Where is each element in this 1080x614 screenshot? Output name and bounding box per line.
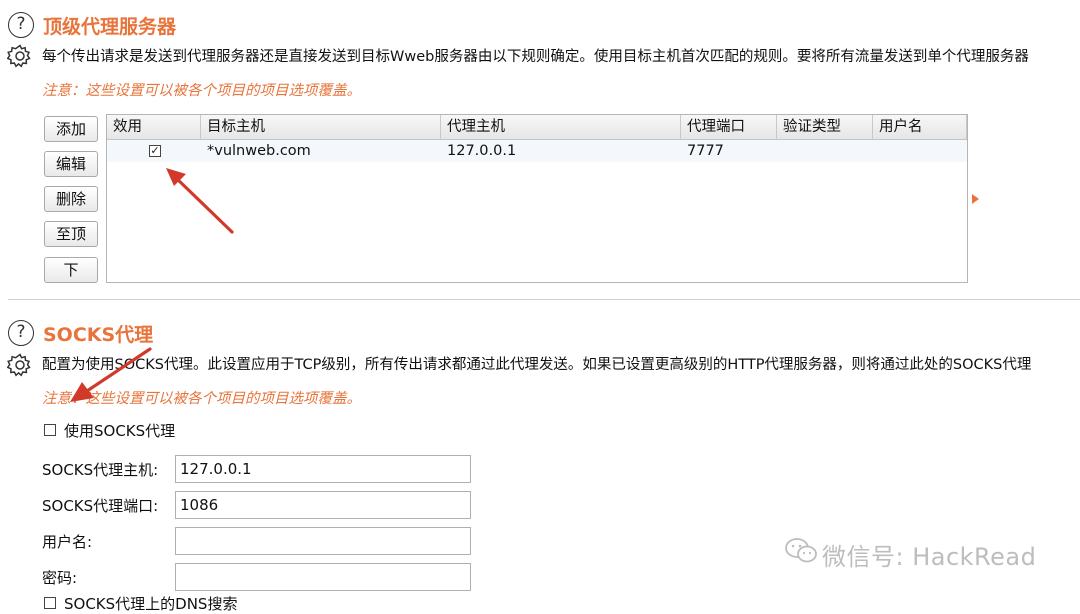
socks-dns-checkbox[interactable]: [44, 597, 56, 609]
column-header-proxy-port[interactable]: 代理端口: [681, 115, 777, 139]
socks-username-input[interactable]: [175, 527, 471, 555]
upstream-section-title: 顶级代理服务器: [43, 16, 177, 38]
help-icon[interactable]: ?: [8, 12, 34, 38]
upstream-note: 注意：这些设置可以被各个项目的项目选项覆盖。: [42, 83, 361, 99]
socks-password-input[interactable]: [175, 563, 471, 591]
column-header-auth-type[interactable]: 验证类型: [777, 115, 873, 139]
column-header-username[interactable]: 用户名: [873, 115, 967, 139]
column-header-proxy-host[interactable]: 代理主机: [441, 115, 681, 139]
socks-description: 配置为使用SOCKS代理。此设置应用于TCP级别，所有传出请求都通过此代理发送。…: [42, 357, 1032, 373]
row-enabled-checkbox[interactable]: ✓: [149, 145, 161, 157]
column-header-destination-host[interactable]: 目标主机: [201, 115, 441, 139]
add-button[interactable]: 添加: [44, 116, 98, 142]
socks-section-title: SOCKS代理: [43, 324, 154, 346]
socks-port-label: SOCKS代理端口:: [42, 497, 159, 515]
socks-port-input[interactable]: [175, 491, 471, 519]
row-proxy-port: 7777: [687, 143, 724, 159]
annotation-arrow-1: [166, 168, 234, 234]
socks-help-icon[interactable]: ?: [8, 320, 34, 346]
move-to-top-button[interactable]: 至顶: [44, 221, 98, 247]
socks-dns-label: SOCKS代理上的DNS搜索: [64, 595, 238, 613]
table-row[interactable]: ✓ *vulnweb.com 127.0.0.1 7777: [107, 140, 967, 162]
scroll-right-arrow-icon[interactable]: [972, 194, 979, 204]
socks-settings-gear-icon[interactable]: [6, 352, 33, 378]
row-auth-type: [777, 140, 783, 162]
annotation-arrow-2: [70, 347, 152, 402]
watermark-text: 微信号: HackRead: [822, 543, 1037, 571]
table-header: 效用 目标主机 代理主机 代理端口 验证类型 用户名: [107, 115, 967, 140]
wechat-icon: [784, 537, 818, 565]
settings-gear-icon[interactable]: [6, 43, 33, 69]
socks-host-label: SOCKS代理主机:: [42, 461, 159, 479]
column-header-enabled[interactable]: 效用: [107, 115, 201, 139]
socks-password-label: 密码:: [42, 569, 78, 587]
remove-button[interactable]: 删除: [44, 186, 98, 212]
upstream-description: 每个传出请求是发送到代理服务器还是直接发送到目标Wweb服务器由以下规则确定。使…: [42, 49, 1029, 65]
row-proxy-host: 127.0.0.1: [447, 143, 517, 159]
socks-username-label: 用户名:: [42, 533, 93, 551]
row-username: [873, 140, 879, 162]
move-down-button[interactable]: 下: [44, 257, 98, 283]
socks-host-input[interactable]: [175, 455, 471, 483]
section-divider: [8, 299, 1080, 300]
edit-button[interactable]: 编辑: [44, 151, 98, 177]
use-socks-label: 使用SOCKS代理: [64, 422, 176, 440]
use-socks-checkbox[interactable]: [44, 424, 56, 436]
row-destination-host: *vulnweb.com: [207, 143, 311, 159]
